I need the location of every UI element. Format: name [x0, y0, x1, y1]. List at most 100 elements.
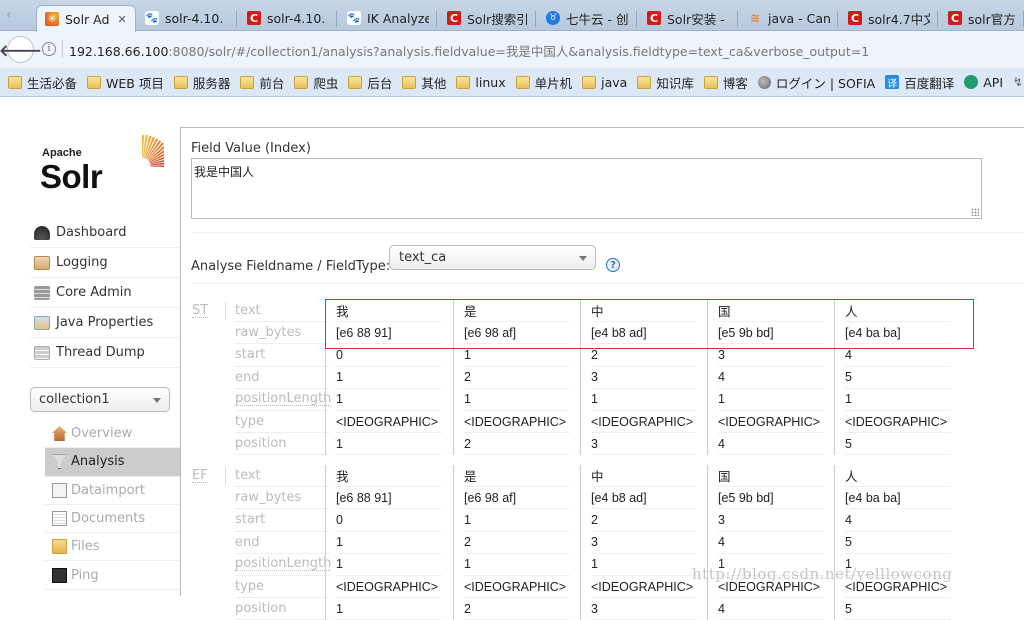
token-position: 2 — [464, 598, 570, 620]
bookmark-label: API — [983, 74, 1004, 90]
folder-icon — [173, 75, 188, 89]
token-column: 国 [e5 9b bd] 3 4 1 <IDEOGRAPHIC> 4 — [707, 300, 834, 456]
core-nav-item-ping[interactable]: Ping — [45, 561, 181, 590]
row-label: end — [235, 367, 330, 389]
stage-name[interactable]: EF — [192, 469, 208, 483]
tab-scroll-left-icon[interactable]: ‹ — [6, 8, 20, 22]
bookmark-item[interactable]: ログイン | SOFIA — [757, 73, 876, 92]
token-position: 3 — [591, 433, 697, 456]
token-positionlength: 1 — [718, 389, 824, 411]
core-nav-item-overview[interactable]: Overview — [45, 420, 181, 449]
resize-handle[interactable] — [971, 208, 979, 216]
token-start: 0 — [336, 344, 442, 367]
core-nav-item-files[interactable]: Files — [45, 533, 181, 562]
browser-tab[interactable]: Csolr-4.10. — [239, 5, 337, 31]
browser-tab[interactable]: C Solr安装 - — [639, 5, 738, 31]
csdn-icon: C — [848, 11, 862, 25]
token-position: 5 — [845, 433, 951, 456]
bookmark-label: ログイン | SOFIA — [775, 75, 876, 91]
fieldtype-label: Analyse Fieldname / FieldType: — [191, 259, 391, 274]
stage-name[interactable]: ST — [192, 304, 209, 318]
bookmark-item[interactable]: API — [964, 75, 1003, 90]
sidebar-item-thread-dump[interactable]: Thread Dump — [30, 338, 181, 368]
token-end: 1 — [336, 532, 442, 554]
row-label[interactable]: positionLength — [235, 389, 332, 411]
browser-tab[interactable]: ☀ Solr Ad ✕ — [36, 5, 136, 32]
folder-icon — [582, 75, 597, 89]
core-nav-item-analysis[interactable]: Analysis — [45, 448, 181, 477]
core-nav-item-dataimport[interactable]: Dataimport — [45, 477, 181, 505]
browser-tab[interactable]: C Solr搜索引 — [439, 5, 536, 31]
divider — [225, 467, 226, 485]
bookmark-item[interactable]: 译百度翻译 — [885, 73, 954, 92]
solr-logo[interactable]: Apache Solr — [40, 134, 165, 199]
field-value-input[interactable]: 我是中国人 — [191, 158, 982, 219]
help-icon[interactable]: ? — [606, 258, 620, 272]
translate-icon: 译 — [885, 75, 900, 90]
address-bar[interactable]: 192.168.66.100:8080/solr/#/collection1/a… — [69, 41, 869, 60]
fieldtype-select[interactable]: text_ca — [389, 245, 596, 270]
bookmark-item[interactable]: 服务器 — [173, 73, 231, 92]
bookmark-item[interactable]: 博客 — [703, 73, 748, 92]
bookmark-item[interactable]: 前台 — [240, 73, 284, 92]
browser-tab[interactable]: ♉ 七牛云 - 创 — [538, 5, 637, 31]
core-selector[interactable]: collection1 — [30, 387, 170, 412]
core-nav-item-documents[interactable]: Documents — [45, 505, 181, 534]
sidebar-item-dashboard[interactable]: Dashboard — [30, 218, 181, 248]
folder-icon — [703, 75, 718, 89]
browser-tab[interactable]: 🐾 solr-4.10. — [137, 5, 237, 31]
bookmark-item[interactable]: WEB 项目 — [87, 73, 164, 92]
token-start: 3 — [718, 509, 824, 532]
folder-icon — [515, 75, 530, 89]
row-label: type — [235, 411, 330, 434]
row-label: text — [235, 300, 330, 323]
bookmark-item[interactable]: 生活必备 — [8, 73, 77, 92]
import-icon — [52, 482, 67, 498]
token-start: 0 — [336, 509, 442, 532]
bookmark-item[interactable]: java — [582, 75, 627, 90]
close-icon[interactable]: ✕ — [117, 13, 126, 26]
sidebar: Apache Solr Dashboard Logging Core Admin Ja… — [0, 98, 181, 596]
bookmark-label: 其他 — [421, 75, 447, 91]
token-end: 5 — [845, 367, 951, 389]
bookmark-item[interactable]: 单片机 — [515, 73, 572, 92]
bookmark-label: 爬虫 — [313, 75, 339, 91]
token-raw_bytes: [e4 b8 ad] — [591, 487, 697, 510]
bookmark-item[interactable]: ↯SO — [1013, 75, 1024, 90]
token-start: 1 — [464, 509, 570, 532]
site-info-icon[interactable]: i — [42, 42, 56, 56]
csdn-icon: C — [647, 11, 661, 25]
sidebar-item-core-admin[interactable]: Core Admin — [30, 278, 181, 308]
bookmark-item[interactable]: linux — [456, 75, 506, 90]
documents-icon — [52, 511, 67, 527]
bookmark-label: java — [601, 74, 628, 90]
row-labels: text raw_bytes start end positionLength type p… — [235, 465, 332, 620]
token-position: 4 — [718, 433, 824, 456]
back-button[interactable]: 🡐 — [0, 36, 42, 63]
browser-tab[interactable]: 🐾 IK Analyze — [339, 5, 437, 31]
browser-tab[interactable]: Csolr官方指 — [940, 5, 1024, 31]
folder-icon — [8, 75, 22, 89]
token-text: 我 — [336, 465, 442, 488]
tab-title: Solr搜索引 — [467, 11, 528, 27]
ping-icon — [52, 567, 67, 583]
sidebar-item-java-properties[interactable]: Java Properties — [30, 308, 181, 338]
browser-tab-strip: ‹ ☀ Solr Ad ✕ 🐾 solr-4.10. Csolr-4.10. 🐾 IK Ana… — [0, 0, 1024, 32]
row-label[interactable]: positionLength — [235, 554, 332, 576]
sidebar-item-logging[interactable]: Logging — [30, 248, 181, 278]
so-icon: ↯ — [1013, 75, 1024, 89]
token-end: 4 — [718, 367, 824, 389]
bookmark-item[interactable]: 其他 — [402, 73, 446, 92]
bookmark-label: 服务器 — [192, 75, 231, 91]
token-text: 中 — [591, 465, 697, 488]
api-icon — [964, 75, 979, 89]
bookmark-item[interactable]: 知识库 — [637, 73, 694, 92]
logging-icon — [34, 255, 50, 270]
bookmark-item[interactable]: 爬虫 — [294, 73, 338, 92]
browser-tab[interactable]: Csolr4.7中文 — [840, 5, 938, 31]
folder-icon — [456, 75, 471, 89]
browser-tab[interactable]: ≋ java - Can — [740, 5, 838, 31]
divider — [62, 40, 63, 58]
token-raw_bytes: [e6 88 91] — [336, 487, 442, 510]
bookmark-item[interactable]: 后台 — [348, 73, 392, 92]
